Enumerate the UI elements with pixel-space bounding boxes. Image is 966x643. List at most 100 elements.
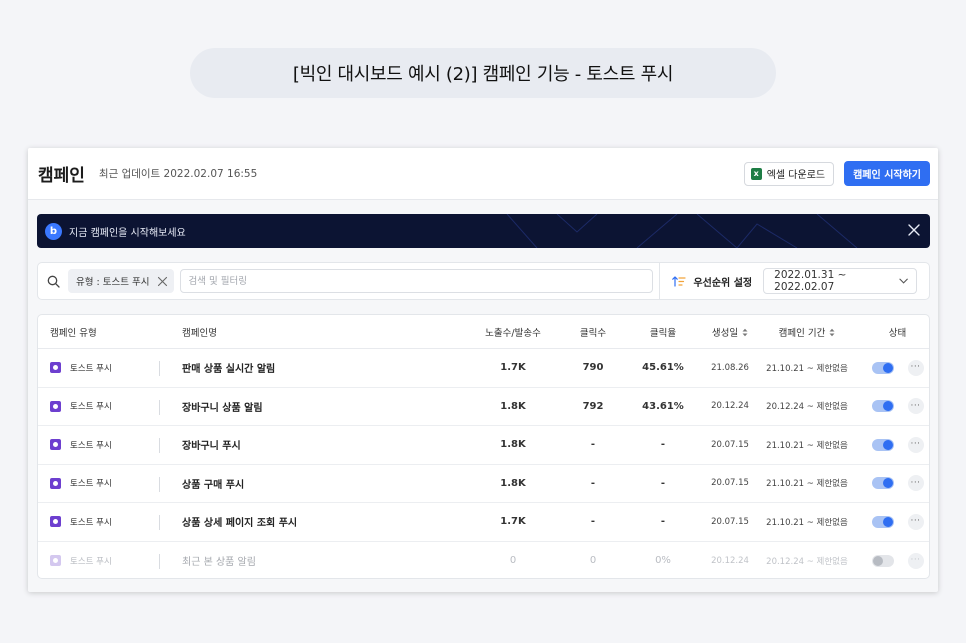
campaign-name[interactable]: 최근 본 상품 알림 <box>182 557 256 568</box>
excel-download-button[interactable]: x 엑셀 다운로드 <box>743 161 835 186</box>
ctr-value: - <box>660 439 666 451</box>
cell-divider <box>159 361 160 376</box>
ctr-value: 43.61% <box>642 400 684 412</box>
table-row[interactable]: 토스트 푸시 상품 구매 푸시 1.8K - - 20.07.15 21.10.… <box>38 465 929 503</box>
more-options-icon[interactable]: ··· <box>907 398 924 415</box>
status-cell: ··· <box>862 436 929 453</box>
priority-sort-button[interactable]: 우선순위 설정 <box>659 262 761 300</box>
period-value: 21.10.21 ~ 제한없음 <box>766 440 848 451</box>
sort-priority-icon <box>672 275 687 287</box>
table-header: 캠페인 유형 캠페인명 노출수/발송수 클릭수 클릭율 생성일 캠페인 기간 상… <box>38 315 929 349</box>
ctr-value: 45.61% <box>642 362 684 374</box>
ctr-value: 0% <box>655 555 671 567</box>
date-range-select[interactable]: 2022.01.31 ~ 2022.02.07 <box>763 268 918 294</box>
status-cell: ··· <box>862 552 929 569</box>
status-cell: ··· <box>862 513 929 530</box>
more-options-icon[interactable]: ··· <box>907 475 924 492</box>
table-row[interactable]: 토스트 푸시 장바구니 푸시 1.8K - - 20.07.15 21.10.2… <box>38 426 929 465</box>
impressions-value: 1.7K <box>500 516 526 528</box>
status-toggle[interactable] <box>871 438 894 451</box>
banner-text: 지금 캠페인을 시작해보세요 <box>69 227 186 239</box>
period-value: 21.10.21 ~ 제한없음 <box>766 517 848 528</box>
cell-divider <box>159 399 160 415</box>
created-date-value: 20.07.15 <box>711 439 749 450</box>
campaign-type-cell: 토스트 푸시 <box>38 542 168 579</box>
campaign-type-label: 토스트 푸시 <box>70 517 112 528</box>
excel-icon: x <box>750 167 762 180</box>
clicks-value: 792 <box>582 400 604 412</box>
period-value: 20.12.24 ~ 제한없음 <box>766 556 848 567</box>
search-icon <box>47 275 60 288</box>
campaign-type-cell: 토스트 푸시 <box>38 465 168 503</box>
col-header-created[interactable]: 생성일 <box>708 325 752 339</box>
campaign-name[interactable]: 장바구니 푸시 <box>182 441 241 452</box>
date-range-value: 2022.01.31 ~ 2022.02.07 <box>774 269 847 293</box>
priority-sort-label: 우선순위 설정 <box>693 277 753 289</box>
clicks-value: - <box>590 516 596 528</box>
col-header-name: 캠페인명 <box>182 327 217 339</box>
col-header-period[interactable]: 캠페인 기간 <box>752 325 862 339</box>
ctr-value: - <box>660 477 666 489</box>
status-toggle[interactable] <box>871 400 894 413</box>
toast-push-icon <box>50 362 61 374</box>
toast-push-icon <box>50 555 61 567</box>
status-toggle[interactable] <box>871 515 894 528</box>
table-row[interactable]: 토스트 푸시 최근 본 상품 알림 0 0 0% 20.12.24 20.12.… <box>38 542 929 579</box>
status-cell: ··· <box>862 359 929 376</box>
toast-push-icon <box>50 516 61 528</box>
campaign-type-cell: 토스트 푸시 <box>38 388 168 426</box>
close-icon[interactable] <box>907 223 921 237</box>
campaign-name[interactable]: 상품 상세 페이지 조회 푸시 <box>182 518 297 529</box>
created-date-value: 21.08.26 <box>711 362 749 373</box>
cell-divider <box>159 515 160 530</box>
excel-download-label: 엑셀 다운로드 <box>766 170 826 181</box>
campaign-name[interactable]: 판매 상품 실시간 알림 <box>182 364 275 375</box>
campaign-type-label: 토스트 푸시 <box>70 479 112 490</box>
status-toggle[interactable] <box>871 361 894 374</box>
search-icon-wrap <box>38 275 68 288</box>
promo-banner: b 지금 캠페인을 시작해보세요 <box>37 214 930 248</box>
impressions-value: 1.7K <box>500 362 526 374</box>
campaign-name[interactable]: 상품 구매 푸시 <box>182 480 244 491</box>
col-header-impressions: 노출수/발송수 <box>485 327 541 339</box>
page-caption: [빅인 대시보드 예시 (2)] 캠페인 기능 - 토스트 푸시 <box>190 48 776 98</box>
ctr-value: - <box>660 516 666 528</box>
campaign-type-label: 토스트 푸시 <box>70 556 112 567</box>
more-options-icon[interactable]: ··· <box>907 359 924 376</box>
table-row[interactable]: 토스트 푸시 상품 상세 페이지 조회 푸시 1.7K - - 20.07.15… <box>38 503 929 542</box>
status-toggle[interactable] <box>871 477 894 490</box>
col-header-ctr: 클릭율 <box>649 327 677 339</box>
search-input[interactable] <box>180 269 654 293</box>
period-value: 20.12.24 ~ 제한없음 <box>766 402 848 413</box>
more-options-icon[interactable]: ··· <box>907 552 924 569</box>
period-value: 21.10.21 ~ 제한없음 <box>766 363 848 374</box>
table-row[interactable]: 토스트 푸시 장바구니 상품 알림 1.8K 792 43.61% 20.12.… <box>38 388 929 426</box>
created-date-value: 20.07.15 <box>711 478 749 489</box>
dashboard-window: 캠페인 최근 업데이트 2022.02.07 16:55 x 엑셀 다운로드 캠… <box>28 148 938 592</box>
col-header-status: 상태 <box>888 327 907 339</box>
filter-chip-type[interactable]: 유형 : 토스트 푸시 <box>68 269 175 293</box>
col-header-type: 캠페인 유형 <box>50 327 97 339</box>
filter-chip-label: 유형 : 토스트 푸시 <box>76 277 150 288</box>
clicks-value: 790 <box>582 362 604 374</box>
campaign-type-label: 토스트 푸시 <box>70 402 112 413</box>
impressions-value: 1.8K <box>500 477 526 489</box>
more-options-icon[interactable]: ··· <box>907 436 924 453</box>
cell-divider <box>159 476 160 492</box>
chevron-down-icon <box>899 278 908 284</box>
clicks-value: - <box>590 439 596 451</box>
brand-logo-icon: b <box>45 222 62 240</box>
remove-filter-icon[interactable] <box>157 276 168 287</box>
status-toggle[interactable] <box>871 554 894 567</box>
campaign-name[interactable]: 장바구니 상품 알림 <box>182 403 263 414</box>
created-date-value: 20.07.15 <box>711 516 749 527</box>
campaign-name-cell: 최근 본 상품 알림 <box>168 553 458 568</box>
table-row[interactable]: 토스트 푸시 판매 상품 실시간 알림 1.7K 790 45.61% 21.0… <box>38 349 929 388</box>
toast-push-icon <box>50 400 61 412</box>
campaign-name-cell: 상품 구매 푸시 <box>168 476 458 491</box>
toast-push-icon <box>50 439 61 451</box>
more-options-icon[interactable]: ··· <box>907 513 924 530</box>
filter-bar: 유형 : 토스트 푸시 우선순위 설정 2022.01.31 ~ 2022.02… <box>37 262 930 300</box>
start-campaign-button[interactable]: 캠페인 시작하기 <box>844 161 930 186</box>
cell-divider <box>159 553 160 569</box>
